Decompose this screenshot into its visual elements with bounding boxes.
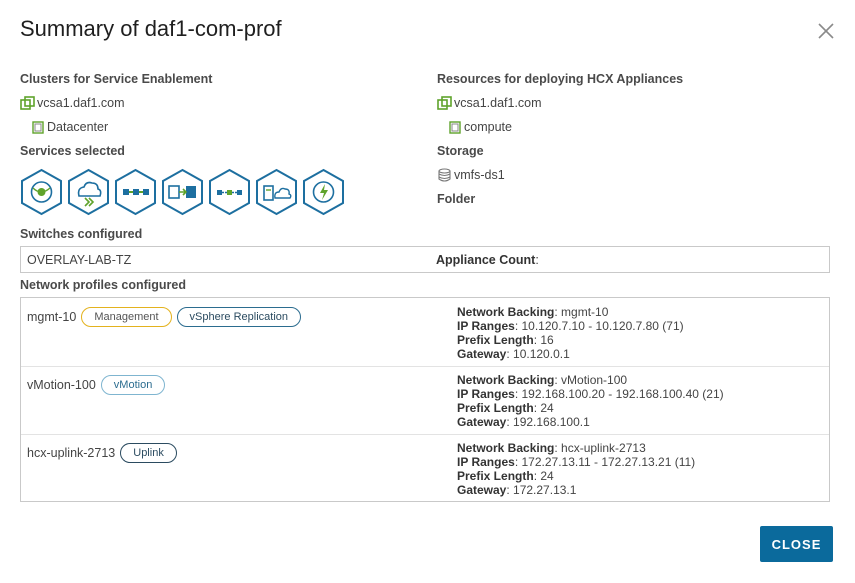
disaster-recovery-icon xyxy=(256,168,297,216)
clusters-vcenter-label: vcsa1.daf1.com xyxy=(37,96,125,110)
profile-name-label: vMotion-100 xyxy=(27,378,96,392)
resources-heading: Resources for deploying HCX Appliances xyxy=(437,72,684,86)
prefix-label: Prefix Length xyxy=(457,469,534,483)
folder-heading: Folder xyxy=(437,192,476,206)
vmotion-migration-icon xyxy=(209,168,250,216)
vcenter-icon xyxy=(437,96,452,110)
profile-details: Network Backing: hcx-uplink-2713 IP Rang… xyxy=(457,441,696,497)
network-extension-icon xyxy=(115,168,156,216)
backing-label: Network Backing xyxy=(457,373,555,387)
interconnect-icon xyxy=(21,168,62,216)
prefix-value: 24 xyxy=(540,401,554,415)
resources-cluster: compute xyxy=(448,120,512,134)
network-profile-row: hcx-uplink-2713 Uplink Network Backing: … xyxy=(21,434,829,502)
dialog-title: Summary of daf1-com-prof xyxy=(20,16,282,41)
backing-value: hcx-uplink-2713 xyxy=(561,441,646,455)
badge-management: Management xyxy=(81,307,172,327)
badge-uplink: Uplink xyxy=(120,443,177,463)
backing-value: mgmt-10 xyxy=(561,305,609,319)
bulk-migration-icon xyxy=(162,168,203,216)
switch-value: OVERLAY-LAB-TZ xyxy=(27,253,132,267)
resources-cluster-label: compute xyxy=(464,120,512,134)
services-icons xyxy=(20,168,345,216)
ip-ranges-label: IP Ranges xyxy=(457,387,515,401)
prefix-label: Prefix Length xyxy=(457,333,534,347)
storage-datastore: vmfs-ds1 xyxy=(437,168,505,182)
wan-optimization-icon xyxy=(68,168,109,216)
ip-ranges-value: 192.168.100.20 - 192.168.100.40 (21) xyxy=(521,387,724,401)
badge-vsphere-replication: vSphere Replication xyxy=(176,307,301,327)
appliance-count-separator: : xyxy=(535,253,539,267)
switches-panel: OVERLAY-LAB-TZ Appliance Count: xyxy=(20,246,830,273)
appliance-count: Appliance Count: xyxy=(436,253,539,267)
ip-ranges-label: IP Ranges xyxy=(457,455,515,469)
badge-vmotion: vMotion xyxy=(100,375,166,395)
resources-vcenter-label: vcsa1.daf1.com xyxy=(454,96,542,110)
prefix-value: 24 xyxy=(540,469,554,483)
clusters-heading: Clusters for Service Enablement xyxy=(20,72,213,86)
clusters-vcenter: vcsa1.daf1.com xyxy=(20,96,125,110)
gateway-label: Gateway xyxy=(457,347,507,361)
network-profiles-panel: mgmt-10 Management vSphere Replication N… xyxy=(20,297,830,502)
gateway-value: 192.168.100.1 xyxy=(513,415,590,429)
profile-name: vMotion-100 vMotion xyxy=(27,375,166,395)
switches-heading: Switches configured xyxy=(20,227,143,241)
gateway-value: 172.27.13.1 xyxy=(513,483,577,497)
profile-name-label: hcx-uplink-2713 xyxy=(27,446,116,460)
clusters-datacenter-label: Datacenter xyxy=(47,120,109,134)
network-profiles-heading: Network profiles configured xyxy=(20,278,186,292)
gateway-label: Gateway xyxy=(457,483,507,497)
vcenter-icon xyxy=(20,96,35,110)
gateway-value: 10.120.0.1 xyxy=(513,347,570,361)
ip-ranges-value: 172.27.13.11 - 172.27.13.21 (11) xyxy=(521,455,696,469)
profile-details: Network Backing: mgmt-10 IP Ranges: 10.1… xyxy=(457,305,684,361)
clusters-datacenter: Datacenter xyxy=(31,120,108,134)
prefix-label: Prefix Length xyxy=(457,401,534,415)
backing-label: Network Backing xyxy=(457,305,555,319)
storage-heading: Storage xyxy=(437,144,484,158)
gateway-label: Gateway xyxy=(457,415,507,429)
close-button[interactable]: CLOSE xyxy=(760,526,833,562)
profile-details: Network Backing: vMotion-100 IP Ranges: … xyxy=(457,373,724,429)
appliance-count-label: Appliance Count xyxy=(436,253,536,267)
close-icon[interactable] xyxy=(815,20,837,42)
ip-ranges-value: 10.120.7.10 - 10.120.7.80 (71) xyxy=(521,319,684,333)
storage-datastore-label: vmfs-ds1 xyxy=(454,168,505,182)
profile-name: hcx-uplink-2713 Uplink xyxy=(27,443,177,463)
profile-name-label: mgmt-10 xyxy=(27,310,77,324)
resources-vcenter: vcsa1.daf1.com xyxy=(437,96,542,110)
services-heading: Services selected xyxy=(20,144,125,158)
backing-value: vMotion-100 xyxy=(561,373,628,387)
datastore-icon xyxy=(438,168,451,182)
cluster-icon xyxy=(449,121,461,134)
sentinel-icon xyxy=(303,168,344,216)
profile-name: mgmt-10 Management vSphere Replication xyxy=(27,307,301,327)
ip-ranges-label: IP Ranges xyxy=(457,319,515,333)
datacenter-icon xyxy=(32,121,44,134)
network-profile-row: mgmt-10 Management vSphere Replication N… xyxy=(21,298,829,367)
network-profile-row: vMotion-100 vMotion Network Backing: vMo… xyxy=(21,366,829,435)
prefix-value: 16 xyxy=(540,333,554,347)
backing-label: Network Backing xyxy=(457,441,555,455)
